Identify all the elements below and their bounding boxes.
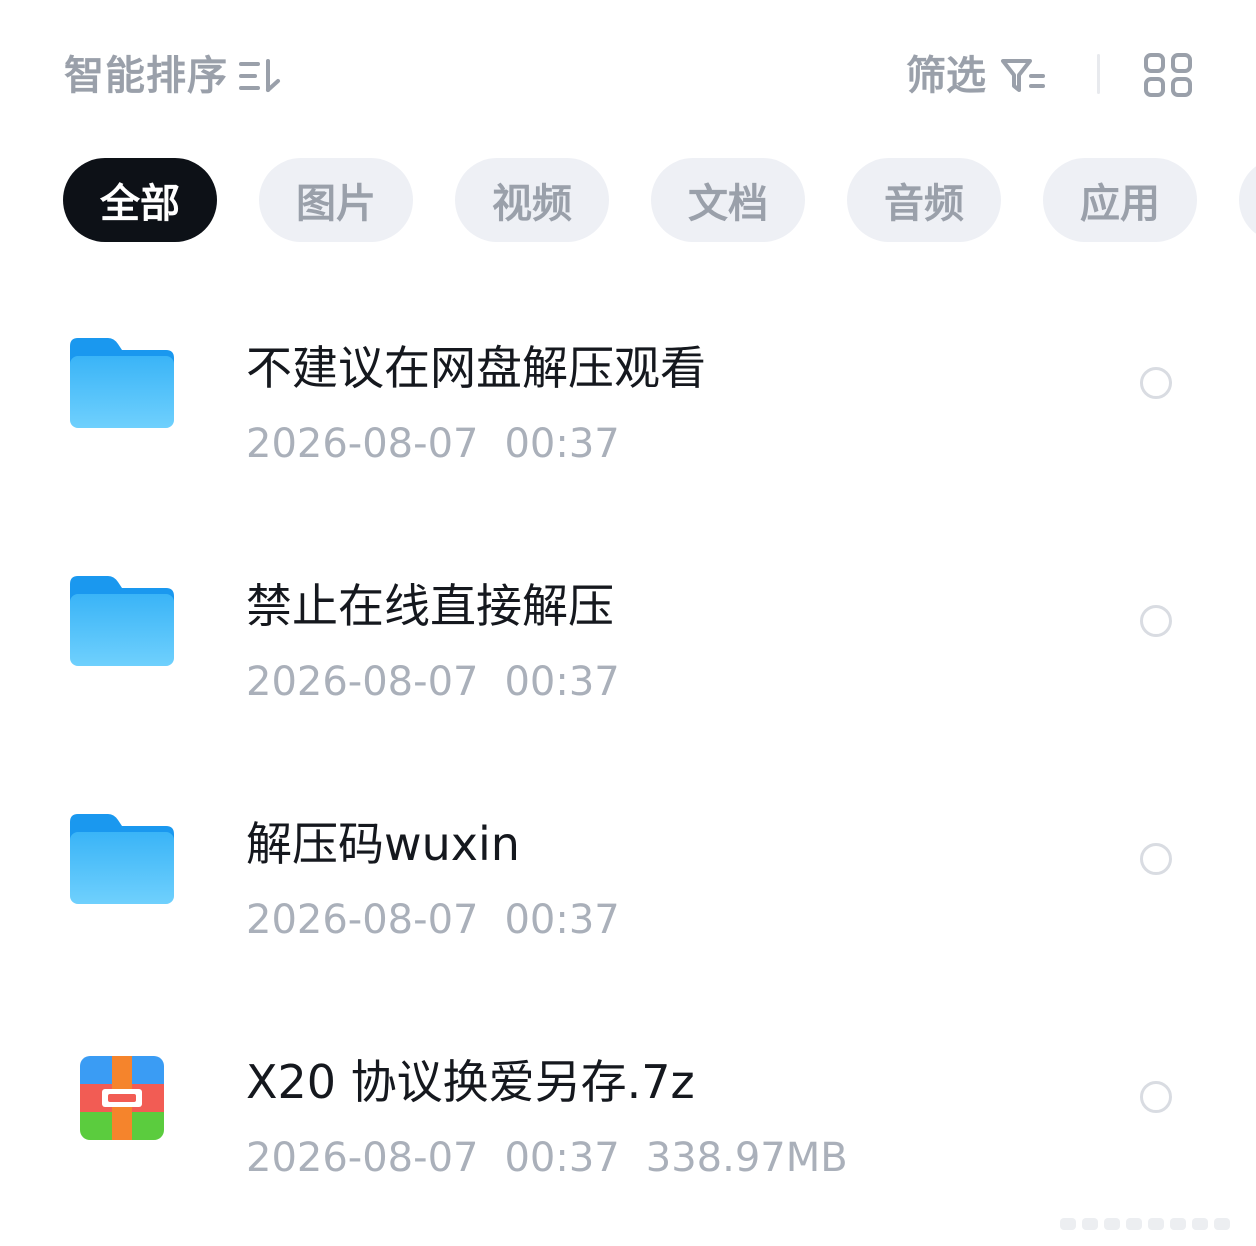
file-name: X20 协议换爱另存.7z [246,1055,695,1109]
filter-label: 筛选 [906,53,986,99]
tab-more-partial[interactable] [1239,158,1256,242]
file-date: 2026-08-07 [246,897,479,943]
file-date: 2026-08-07 [246,659,479,705]
file-row[interactable]: 不建议在网盘解压观看 2026-08-07 00:37 [0,310,1256,510]
tab-videos[interactable]: 视频 [455,158,609,242]
file-row[interactable]: X20 协议换爱另存.7z 2026-08-07 00:37 338.97MB [0,1024,1256,1224]
file-time: 00:37 [504,421,620,467]
file-row[interactable]: 禁止在线直接解压 2026-08-07 00:37 [0,548,1256,748]
file-meta: 2026-08-07 00:37 [246,896,646,944]
tab-audio[interactable]: 音频 [847,158,1001,242]
file-meta: 2026-08-07 00:37 338.97MB [246,1134,874,1182]
file-meta: 2026-08-07 00:37 [246,658,646,706]
file-date: 2026-08-07 [246,421,479,467]
category-tabs: 全部 图片 视频 文档 音频 应用 [63,158,1256,242]
toolbar-divider [1097,54,1100,94]
file-size: 338.97MB [645,1135,848,1181]
sort-label: 智能排序 [64,53,228,99]
select-checkbox[interactable] [1140,1081,1172,1113]
tab-documents[interactable]: 文档 [651,158,805,242]
tab-images[interactable]: 图片 [259,158,413,242]
file-date: 2026-08-07 [246,1135,479,1181]
file-time: 00:37 [504,1135,620,1181]
top-toolbar: 智能排序 筛选 [0,0,1256,150]
archive-icon [80,1056,164,1140]
select-checkbox[interactable] [1140,605,1172,637]
sort-button[interactable]: 智能排序 [64,52,284,100]
sort-icon [239,59,280,92]
folder-icon [70,338,174,428]
file-time: 00:37 [504,659,620,705]
folder-icon [70,576,174,666]
file-name: 禁止在线直接解压 [246,579,614,633]
select-checkbox[interactable] [1140,843,1172,875]
file-meta: 2026-08-07 00:37 [246,420,646,468]
folder-icon [70,814,174,904]
filter-icon [1001,59,1045,92]
file-time: 00:37 [504,897,620,943]
tab-all[interactable]: 全部 [63,158,217,242]
file-row[interactable]: 解压码wuxin 2026-08-07 00:37 [0,786,1256,986]
tab-apps[interactable]: 应用 [1043,158,1197,242]
filter-button[interactable]: 筛选 [906,52,1046,100]
home-indicator [1060,1218,1230,1230]
select-checkbox[interactable] [1140,367,1172,399]
file-name: 解压码wuxin [246,817,520,871]
grid-view-icon[interactable] [1143,52,1193,98]
file-name: 不建议在网盘解压观看 [246,341,706,395]
